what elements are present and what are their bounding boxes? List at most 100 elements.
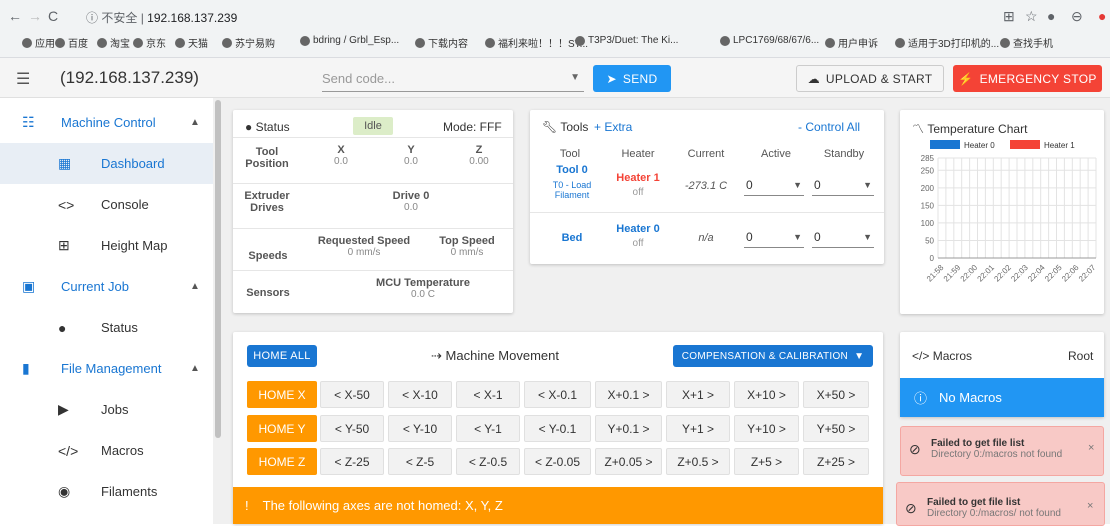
bookmark-item[interactable]: 应用 [22, 35, 55, 50]
jog-button[interactable]: < Y-1 [456, 415, 520, 442]
bookmark-item[interactable]: 适用于3D打印机的... [895, 35, 999, 50]
bookmark-item[interactable]: 查找手机 [1000, 35, 1053, 50]
jog-button[interactable]: Z+5 > [734, 448, 799, 475]
bookmark-item[interactable]: 京东 [133, 35, 166, 50]
control-all-link[interactable]: - Control All [798, 120, 860, 134]
jog-button[interactable]: X+50 > [803, 381, 869, 408]
home-x-button[interactable]: HOME X [247, 381, 317, 408]
home-y-button[interactable]: HOME Y [247, 415, 317, 442]
jog-button[interactable]: Y+10 > [734, 415, 799, 442]
bookmark-item[interactable]: bdring / Grbl_Esp... [300, 35, 399, 46]
tool-position-label: Tool Position [245, 146, 289, 170]
jog-button[interactable]: Z+0.05 > [595, 448, 662, 475]
bookmark-item[interactable]: LPC1769/68/67/6... [720, 35, 819, 46]
legend-swatch [930, 140, 960, 149]
jog-button[interactable]: < Y-0.1 [524, 415, 591, 442]
emergency-stop-button[interactable]: ⚡ EMERGENCY STOP [953, 65, 1102, 92]
jog-button[interactable]: < Z-25 [320, 448, 384, 475]
sidebar-group-machine-control[interactable]: ☷ Machine Control ▲ [0, 102, 213, 143]
bookmark-item[interactable]: T3P3/Duet: The Ki... [575, 35, 678, 46]
sidebar-group-current-job[interactable]: ▣ Current Job ▲ [0, 266, 213, 307]
temperature-chart: Heater 0 Heater 105010015020025028521:582… [921, 140, 1098, 284]
home-z-button[interactable]: HOME Z [247, 448, 317, 475]
sidebar-item-status[interactable]: ● Status [0, 307, 213, 348]
macros-root-breadcrumb[interactable]: Root [1068, 349, 1093, 363]
bookmark-item[interactable]: 天猫 [175, 35, 208, 50]
jog-button[interactable]: Z+25 > [803, 448, 869, 475]
x-tick-label: 22:03 [1009, 263, 1030, 284]
bookmark-item[interactable]: 下载内容 [415, 35, 468, 50]
close-icon[interactable]: × [1087, 500, 1093, 512]
tool-0-active-select[interactable]: 0 ▼ [744, 176, 804, 196]
extension-icon[interactable]: ● [1047, 8, 1055, 24]
close-icon[interactable]: × [1088, 442, 1094, 454]
sidebar-scroll-thumb[interactable] [215, 100, 221, 438]
sidebar-group-file-management[interactable]: ▮ File Management ▲ [0, 348, 213, 389]
jog-button[interactable]: < Z-5 [388, 448, 452, 475]
y-tick-label: 50 [925, 236, 934, 245]
jog-button[interactable]: Y+0.1 > [595, 415, 662, 442]
y-tick-label: 0 [930, 254, 935, 263]
top-speed: Top Speed 0 mm/s [439, 235, 495, 258]
jog-button[interactable]: < Z-0.5 [456, 448, 520, 475]
chevron-down-icon[interactable]: ▼ [570, 72, 580, 83]
translate-icon[interactable]: ⊞ [1003, 8, 1015, 25]
axis-y: Y 0.0 [404, 144, 418, 167]
home-all-button[interactable]: HOME ALL [247, 345, 317, 367]
bookmark-item[interactable]: 苏宁易购 [222, 35, 275, 50]
status-card: ● Status Idle Mode: FFF Tool Position X0… [233, 110, 513, 313]
jog-button[interactable]: < Y-50 [320, 415, 384, 442]
tool-0-name[interactable]: Tool 0 [544, 164, 600, 176]
send-button[interactable]: ➤ SEND [593, 65, 671, 92]
bookmark-item[interactable]: 福利来啦！！！ST... [485, 35, 588, 50]
tools-title: 🔧︎ Tools [542, 120, 589, 134]
sidebar-item-console[interactable]: <> Console [0, 184, 213, 225]
back-icon[interactable]: ← [8, 8, 22, 24]
bed-active-select[interactable]: 0 ▼ [744, 228, 804, 248]
forward-icon[interactable]: → [28, 8, 42, 24]
jog-button[interactable]: < X-1 [456, 381, 520, 408]
menu-hamburger-icon[interactable]: ☰ [16, 69, 30, 89]
tool-0-heater[interactable]: Heater 1 [610, 172, 666, 184]
jog-button[interactable]: < X-0.1 [524, 381, 591, 408]
sidebar-item-filaments[interactable]: ◉ Filaments [0, 471, 213, 512]
menu-icon[interactable]: ● [1098, 8, 1106, 24]
address-bar[interactable]: ⓘ 不安全 | 192.168.137.239 [86, 9, 237, 26]
star-icon[interactable]: ☆ [1025, 8, 1038, 25]
sidebar-item-macros[interactable]: </> Macros [0, 430, 213, 471]
send-code-input[interactable]: Send code... ▼ [322, 66, 584, 92]
jog-button[interactable]: Y+50 > [803, 415, 869, 442]
account-icon[interactable]: ⊖ [1071, 8, 1083, 25]
jog-button[interactable]: X+10 > [734, 381, 799, 408]
jog-button[interactable]: < X-50 [320, 381, 384, 408]
mode-label: Mode: FFF [443, 120, 502, 134]
jog-button[interactable]: X+1 > [666, 381, 730, 408]
jog-button[interactable]: < Y-10 [388, 415, 452, 442]
status-badge: Idle [353, 117, 393, 135]
bookmark-icon [1000, 37, 1010, 48]
extra-link[interactable]: + Extra [594, 120, 632, 134]
bookmark-item[interactable]: 百度 [55, 35, 88, 50]
sidebar-item-dashboard[interactable]: ▦ Dashboard [0, 143, 213, 184]
bookmark-item[interactable]: 用户申诉 [825, 35, 878, 50]
sidebar-item-height-map[interactable]: ⊞ Height Map [0, 225, 213, 266]
jog-button[interactable]: Z+0.5 > [666, 448, 730, 475]
compensation-calibration-button[interactable]: COMPENSATION & CALIBRATION ▼ [673, 345, 873, 367]
jog-button[interactable]: X+0.1 > [595, 381, 662, 408]
bed-heater[interactable]: Heater 0 [610, 223, 666, 235]
address-host: 192.168.137.239 [147, 11, 238, 25]
jog-button[interactable]: < X-10 [388, 381, 452, 408]
jog-button[interactable]: Y+1 > [666, 415, 730, 442]
sidebar-item-jobs[interactable]: ▶ Jobs [0, 389, 213, 430]
bookmark-item[interactable]: 淘宝 [97, 35, 130, 50]
reload-icon[interactable]: C [48, 8, 58, 24]
address-secure-label: 不安全 [101, 11, 138, 25]
upload-start-button[interactable]: ☁ UPLOAD & START [796, 65, 944, 92]
jog-button[interactable]: < Z-0.05 [524, 448, 591, 475]
chart-line-icon: 〽 [912, 122, 925, 136]
bed-standby-select[interactable]: 0 ▼ [812, 228, 874, 248]
tool-0-load-filament-link[interactable]: T0 - Load Filament [544, 180, 600, 200]
bed-name[interactable]: Bed [544, 232, 600, 244]
chevron-up-icon: ▲ [190, 281, 200, 292]
tool-0-standby-select[interactable]: 0 ▼ [812, 176, 874, 196]
